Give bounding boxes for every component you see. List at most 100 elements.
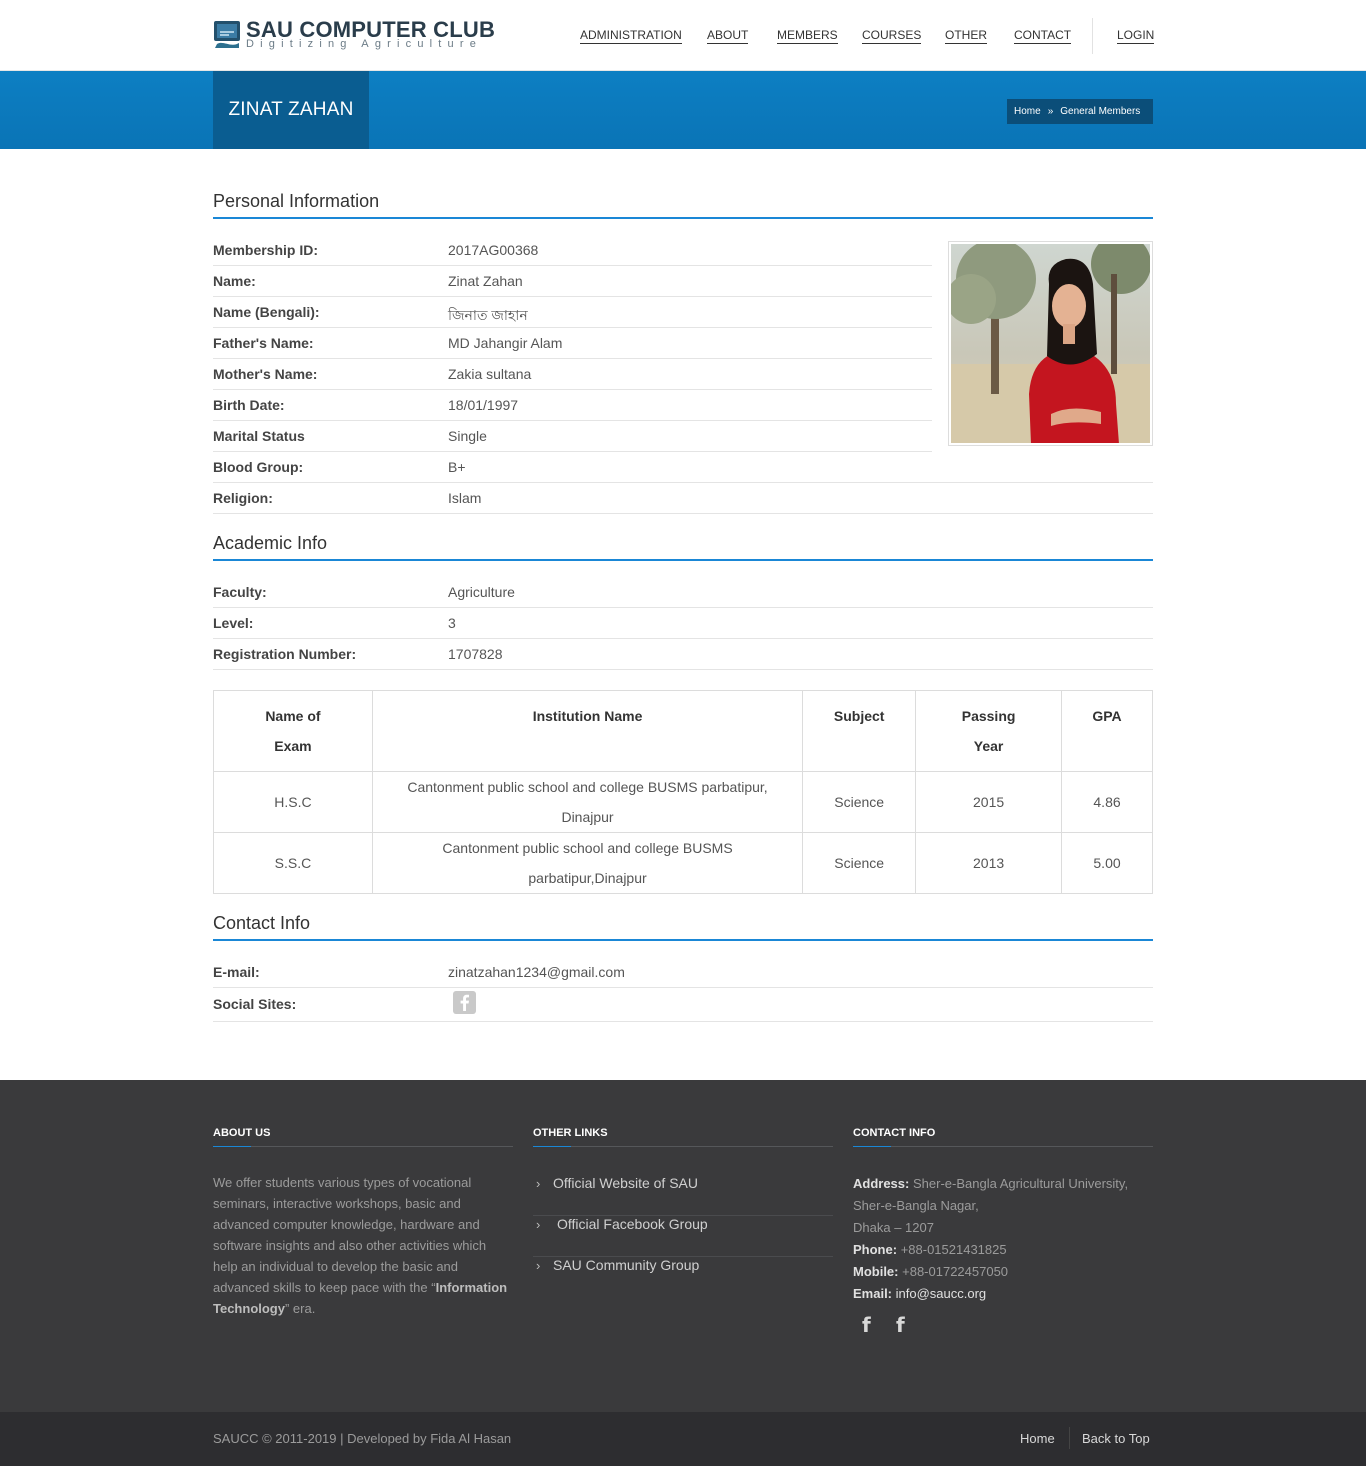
about-text-part: ” era. (284, 1301, 316, 1316)
breadcrumb-home[interactable]: Home (1014, 106, 1041, 117)
footer-about-rule (213, 1146, 513, 1147)
breadcrumb-separator: » (1047, 106, 1054, 117)
info-value[interactable]: zinatzahan1234@gmail.com (448, 964, 625, 980)
nav-login[interactable]: LOGIN (1117, 28, 1155, 44)
contact-phone-value: +88-01521431825 (900, 1242, 1007, 1257)
nav-administration[interactable]: ADMINISTRATION (580, 28, 682, 44)
info-label: Social Sites: (213, 996, 297, 1012)
table-cell-institution: Cantonment public school and college BUS… (371, 771, 804, 833)
table-header-row: Name of Exam Institution Name Subject Pa… (213, 690, 1153, 772)
info-value: Zakia sultana (448, 366, 532, 382)
table-cell-institution: Cantonment public school and college BUS… (371, 832, 804, 894)
info-row-blood-group: Blood Group: B+ (213, 452, 1153, 483)
footer-link-label: Official Website of SAU (553, 1175, 698, 1191)
contact-email-value[interactable]: info@saucc.org (896, 1286, 987, 1301)
table-cell-subject: Science (802, 771, 917, 833)
footer-about-rule-accent (213, 1146, 251, 1147)
info-value: B+ (448, 459, 466, 475)
info-row-mother-name: Mother's Name: Zakia sultana (213, 359, 932, 390)
nav-other[interactable]: OTHER (945, 28, 987, 44)
footer-contact-details: Address: Sher-e-Bangla Agricultural Univ… (853, 1173, 1153, 1305)
breadcrumb: Home » General Members (1007, 99, 1153, 124)
contact-email-label: Email: (853, 1286, 893, 1301)
table-header-subject: Subject (802, 690, 917, 772)
contact-address-label: Address: (853, 1176, 910, 1191)
page-title: ZINAT ZAHAN (228, 99, 354, 120)
bottom-bar (0, 1412, 1366, 1466)
academic-info-rule (213, 559, 1153, 561)
footer-contact-rule (853, 1146, 1153, 1147)
footer-link-community-group[interactable]: › SAU Community Group (533, 1257, 833, 1298)
info-label: Religion: (213, 490, 273, 506)
footer-links-rule (533, 1146, 833, 1147)
info-row-email: E-mail: zinatzahan1234@gmail.com (213, 957, 1153, 988)
back-to-top-link[interactable]: Back to Top (1082, 1431, 1150, 1446)
personal-info-rule (213, 217, 1153, 219)
nav-courses[interactable]: COURSES (862, 28, 922, 44)
info-row-faculty: Faculty: Agriculture (213, 577, 1153, 608)
info-label: Faculty: (213, 584, 267, 600)
table-header-gpa: GPA (1061, 690, 1153, 772)
chevron-right-icon: › (536, 1176, 541, 1191)
member-photo (948, 241, 1153, 446)
info-row-father-name: Father's Name: MD Jahangir Alam (213, 328, 932, 359)
info-row-level: Level: 3 (213, 608, 1153, 639)
chevron-right-icon: › (536, 1217, 541, 1232)
footer-link-official-website[interactable]: › Official Website of SAU (533, 1175, 833, 1216)
info-row-registration-number: Registration Number: 1707828 (213, 639, 1153, 670)
contact-phone-line: Phone: +88-01521431825 (853, 1239, 1153, 1261)
footer-link-facebook-group[interactable]: › Official Facebook Group (533, 1216, 833, 1257)
footer-facebook-group-icon[interactable]: f (896, 1313, 905, 1337)
info-value: 18/01/1997 (448, 397, 519, 413)
contact-address-line: Address: Sher-e-Bangla Agricultural Univ… (853, 1173, 1153, 1195)
table-header-institution: Institution Name (371, 690, 804, 772)
info-row-membership-id: Membership ID: 2017AG00368 (213, 235, 932, 266)
table-row: S.S.C Cantonment public school and colle… (213, 832, 1153, 894)
nav-divider (1092, 18, 1093, 54)
info-label: Name (Bengali): (213, 304, 320, 320)
nav-about[interactable]: ABOUT (707, 28, 749, 44)
contact-mobile-label: Mobile: (853, 1264, 899, 1279)
footer-contact-title: CONTACT INFO (853, 1127, 936, 1139)
page-title-bar (0, 71, 1366, 149)
info-label: Mother's Name: (213, 366, 318, 382)
contact-address-line2: Sher-e-Bangla Nagar, (853, 1198, 979, 1213)
site-logo[interactable]: SAU COMPUTER CLUB Digitizing Agriculture (213, 17, 495, 54)
table-cell-gpa: 5.00 (1061, 832, 1153, 894)
footer-contact-rule-accent (853, 1146, 891, 1147)
contact-email-line: Email: info@saucc.org (853, 1283, 1153, 1305)
contact-address-line3: Dhaka – 1207 (853, 1220, 934, 1235)
facebook-icon[interactable] (453, 991, 476, 1014)
contact-mobile-line: Mobile: +88-01722457050 (853, 1261, 1153, 1283)
nav-members[interactable]: MEMBERS (777, 28, 838, 44)
info-row-religion: Religion: Islam (213, 483, 1153, 514)
table-cell-passing-year: 2013 (915, 832, 1063, 894)
info-value: Agriculture (448, 584, 515, 600)
table-cell-exam: S.S.C (213, 832, 373, 894)
footer-link-label: Official Facebook Group (557, 1216, 708, 1232)
academic-info-heading: Academic Info (213, 533, 328, 553)
contact-info-rule (213, 939, 1153, 941)
chevron-right-icon: › (536, 1258, 541, 1273)
contact-mobile-value: +88-01722457050 (902, 1264, 1009, 1279)
info-label: Name: (213, 273, 256, 289)
footer-link-label: SAU Community Group (553, 1257, 700, 1273)
info-value: MD Jahangir Alam (448, 335, 563, 351)
info-value: Islam (448, 490, 482, 506)
bottom-link-home[interactable]: Home (1020, 1431, 1055, 1446)
table-cell-exam: H.S.C (213, 771, 373, 833)
site-header (0, 0, 1366, 71)
info-row-birth-date: Birth Date: 18/01/1997 (213, 390, 932, 421)
table-cell-subject: Science (802, 832, 917, 894)
footer-facebook-icon[interactable]: f (862, 1313, 871, 1337)
copyright-text: SAUCC © 2011-2019 | Developed by Fida Al… (213, 1431, 512, 1446)
info-value: Zinat Zahan (448, 273, 523, 289)
breadcrumb-general-members[interactable]: General Members (1060, 106, 1140, 117)
about-text-part: We offer students various types of vocat… (213, 1175, 487, 1295)
info-label: E-mail: (213, 964, 260, 980)
info-label: Birth Date: (213, 397, 285, 413)
nav-contact[interactable]: CONTACT (1014, 28, 1072, 44)
info-label: Marital Status (213, 428, 305, 444)
info-label: Membership ID: (213, 242, 319, 258)
info-value: Single (448, 428, 487, 444)
